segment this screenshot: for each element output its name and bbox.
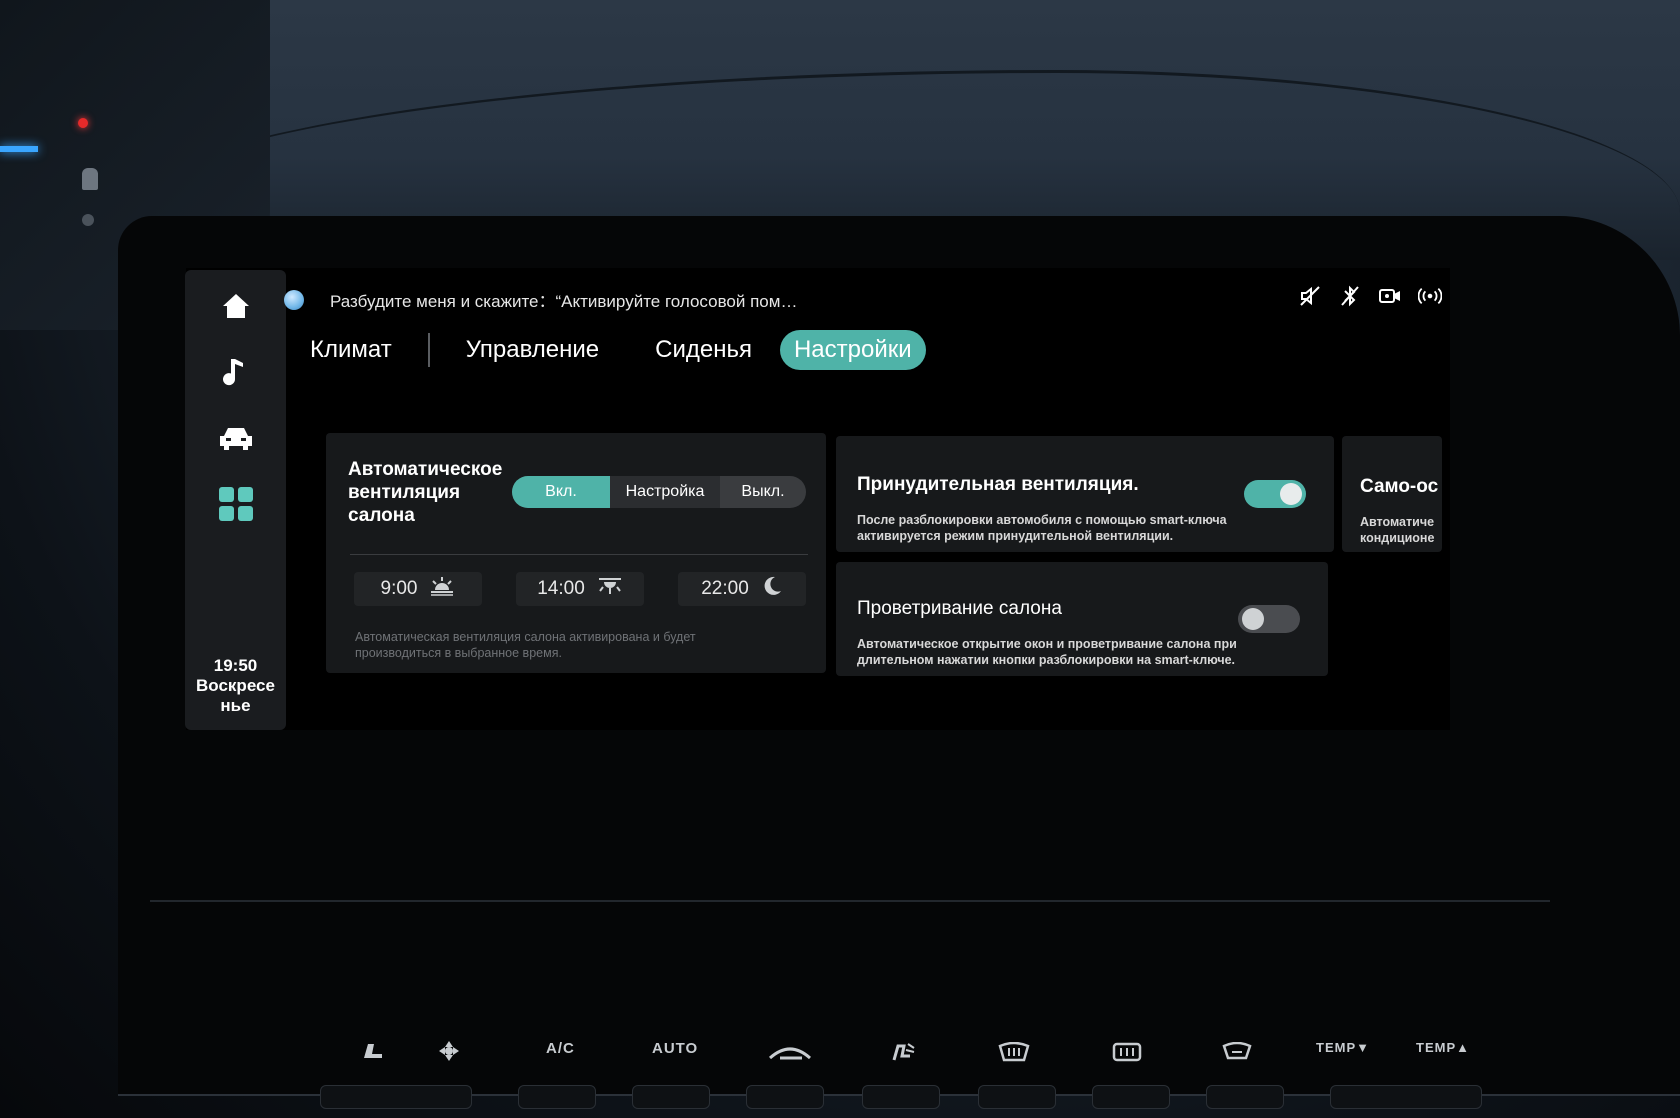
voice-assistant-hint: Разбудите меня и скажите：“Активируйте го… — [330, 292, 798, 311]
airflow-direction-icon[interactable] — [888, 1040, 918, 1069]
self-cleaning-desc-line1: Автоматиче — [1360, 515, 1435, 529]
console-key — [978, 1085, 1056, 1109]
temp-up-button[interactable]: TEMP▲ — [1416, 1040, 1470, 1055]
toggle-knob — [1242, 608, 1264, 630]
cabin-airing-desc-line1: Автоматическое открытие окон и проветрив… — [857, 637, 1237, 651]
console-key — [518, 1085, 596, 1109]
auto-ventilation-title-line2: вентиляция — [348, 482, 461, 503]
mode-off-button[interactable]: Выкл. — [720, 476, 806, 508]
cabin-airing-toggle[interactable] — [1238, 605, 1300, 633]
tab-separator — [427, 333, 430, 367]
card-divider — [350, 554, 808, 555]
sunrise-icon — [429, 576, 455, 602]
clock-day-line2: нье — [220, 696, 251, 715]
cluster-knob — [82, 214, 94, 226]
console-key — [746, 1085, 824, 1109]
console-key — [1092, 1085, 1170, 1109]
tab-seats[interactable]: Сиденья — [637, 330, 770, 370]
clock-time: 19:50 — [213, 656, 258, 675]
cluster-lock-button — [82, 168, 98, 190]
car-icon[interactable] — [211, 416, 261, 460]
seat-heat-left-icon[interactable] — [360, 1040, 388, 1067]
front-defrost-icon[interactable] — [998, 1041, 1030, 1069]
temp-down-button[interactable]: TEMP▼ — [1316, 1040, 1370, 1055]
apps-icon[interactable] — [211, 482, 261, 526]
cabin-airing-desc-line2: длительном нажатии кнопки разблокировки … — [857, 653, 1236, 667]
moon-icon — [761, 575, 783, 603]
red-indicator-light — [78, 118, 88, 128]
home-icon[interactable] — [211, 284, 261, 328]
sun-overhead-icon — [597, 576, 623, 602]
forced-ventilation-desc-line2: активируется режим принудительной вентил… — [857, 529, 1174, 543]
camera-icon — [1378, 284, 1402, 308]
mute-icon — [1298, 284, 1322, 308]
schedule-time-morning[interactable]: 9:00 — [354, 572, 482, 606]
auto-button[interactable]: AUTO — [652, 1040, 698, 1057]
ac-button[interactable]: A/C — [546, 1040, 575, 1057]
clock-day-line1: Воскресе — [196, 676, 275, 695]
blue-ambient-light — [0, 146, 38, 152]
schedule-time-label: 14:00 — [537, 578, 585, 599]
mode-setup-button[interactable]: Настройка — [610, 476, 720, 508]
schedule-time-label: 9:00 — [380, 578, 418, 599]
console-key — [1206, 1085, 1284, 1109]
console-key — [320, 1085, 472, 1109]
forced-ventilation-toggle[interactable] — [1244, 480, 1306, 508]
self-cleaning-desc-line2: кондиционе — [1360, 531, 1435, 545]
auto-ventilation-mode-selector: Вкл. Настройка Выкл. — [512, 476, 806, 508]
auto-ventilation-title-line3: салона — [348, 505, 415, 526]
toggle-knob — [1280, 483, 1302, 505]
self-cleaning-card[interactable]: Само-ос Автоматиче кондиционе — [1342, 436, 1442, 552]
wireless-signal-icon — [1418, 284, 1442, 308]
auto-ventilation-title: Автоматическое вентиляция салона — [348, 458, 502, 527]
music-icon[interactable] — [211, 350, 261, 394]
schedule-time-label: 22:00 — [701, 578, 749, 599]
bluetooth-off-icon — [1338, 284, 1362, 308]
tab-climate[interactable]: Климат — [306, 330, 410, 370]
forced-ventilation-desc-line1: После разблокировки автомобиля с помощью… — [857, 513, 1227, 527]
sidebar: 19:50 Воскресе нье — [185, 270, 286, 730]
lower-console-panel — [150, 900, 1550, 962]
auto-ventilation-description: Автоматическая вентиляция салона активир… — [355, 629, 696, 661]
rear-defrost-icon[interactable] — [1112, 1042, 1142, 1067]
console-key — [862, 1085, 940, 1109]
tab-control[interactable]: Управление — [448, 330, 617, 370]
console-key — [1330, 1085, 1482, 1109]
fan-speed-icon[interactable] — [434, 1040, 464, 1067]
auto-ventilation-title-line1: Автоматическое — [348, 459, 503, 480]
self-cleaning-description: Автоматиче кондиционе — [1360, 514, 1434, 546]
auto-ventilation-desc-line1: Автоматическая вентиляция салона активир… — [355, 630, 696, 644]
windshield-airflow-icon[interactable] — [1222, 1041, 1252, 1067]
self-cleaning-title: Само-ос — [1360, 476, 1439, 497]
clock: 19:50 Воскресе нье — [185, 656, 286, 716]
cabin-airing-title: Проветривание салона — [857, 598, 1062, 619]
schedule-time-night[interactable]: 22:00 — [678, 572, 806, 606]
schedule-time-afternoon[interactable]: 14:00 — [516, 572, 644, 606]
console-key — [632, 1085, 710, 1109]
forced-ventilation-description: После разблокировки автомобиля с помощью… — [857, 512, 1227, 544]
status-bar — [1298, 284, 1442, 308]
voice-assistant-icon[interactable] — [284, 290, 304, 310]
mode-on-button[interactable]: Вкл. — [512, 476, 610, 508]
cabin-airing-description: Автоматическое открытие окон и проветрив… — [857, 636, 1237, 668]
tab-bar: Климат Управление Сиденья Настройки — [306, 328, 926, 372]
auto-ventilation-desc-line2: производиться в выбранное время. — [355, 646, 562, 660]
recirculation-icon[interactable] — [766, 1044, 814, 1069]
forced-ventilation-title: Принудительная вентиляция. — [857, 474, 1139, 495]
tab-settings[interactable]: Настройки — [779, 330, 926, 370]
